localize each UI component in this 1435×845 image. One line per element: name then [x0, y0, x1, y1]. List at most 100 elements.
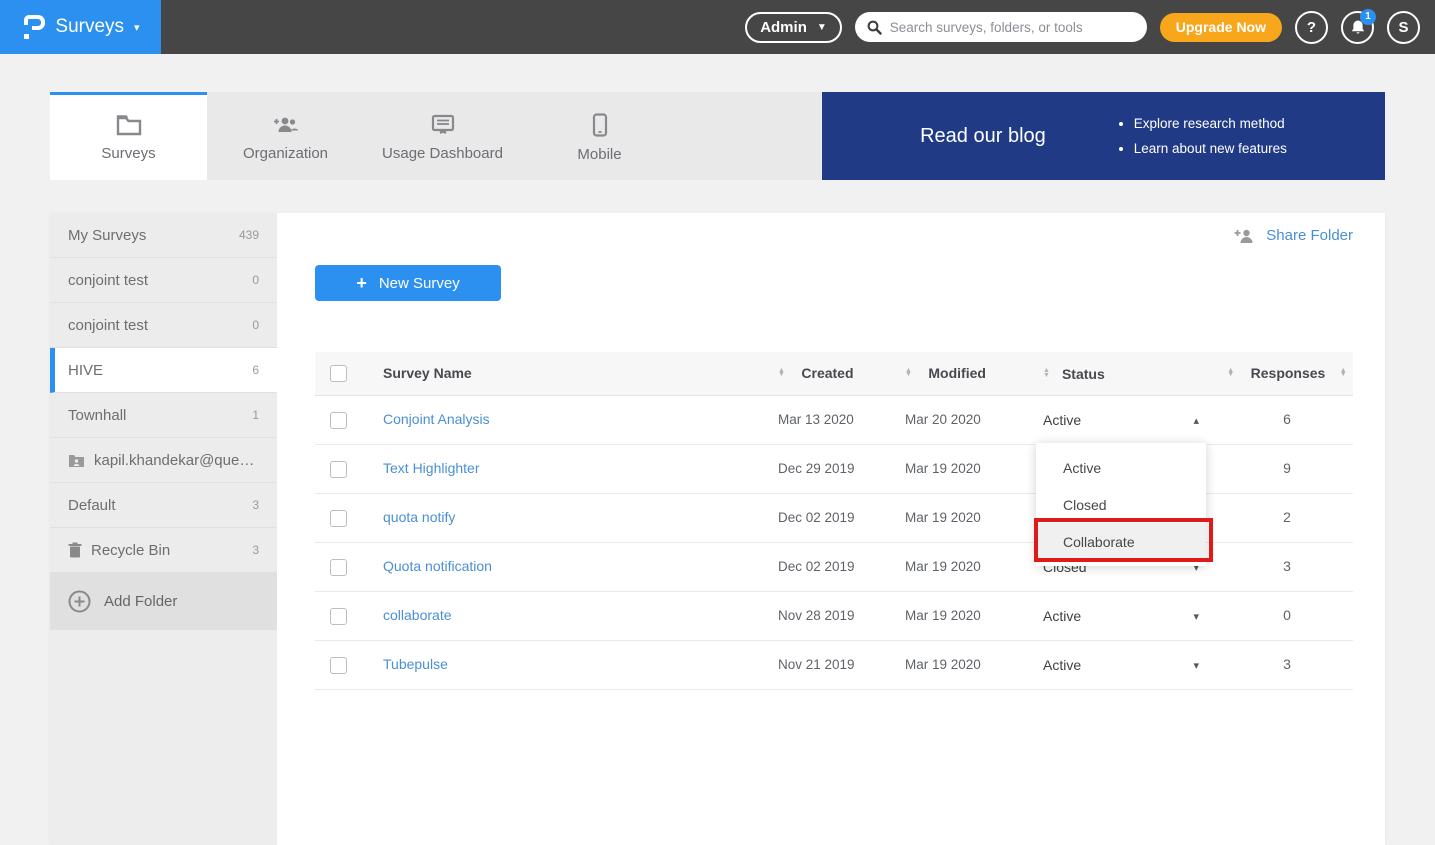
tab-usage-dashboard[interactable]: Usage Dashboard — [364, 92, 521, 180]
chevron-up-icon[interactable]: ▴ — [1193, 414, 1221, 427]
product-name: Surveys — [55, 16, 124, 38]
row-checkbox[interactable] — [330, 510, 347, 527]
tab-organization[interactable]: Organization — [207, 92, 364, 180]
sort-icon[interactable] — [905, 369, 912, 377]
questionpro-logo-icon — [21, 13, 45, 41]
sidebar-filler — [50, 630, 277, 845]
chevron-down-icon[interactable]: ▾ — [1193, 659, 1221, 672]
user-avatar[interactable]: S — [1387, 11, 1420, 44]
share-folder-button[interactable]: Share Folder — [1234, 227, 1353, 244]
topbar-actions: Admin ▼ Upgrade Now ? 1 S — [745, 11, 1435, 44]
folder-count: 3 — [252, 543, 259, 557]
survey-name-cell: quota notify — [383, 509, 778, 527]
dropdown-option-closed[interactable]: Closed — [1036, 486, 1206, 523]
add-people-icon — [272, 114, 300, 136]
status-cell: Active ▴ — [1043, 412, 1221, 428]
sort-icon[interactable] — [1043, 369, 1050, 377]
tab-label: Organization — [243, 145, 328, 162]
row-checkbox-cell — [315, 559, 383, 576]
row-checkbox[interactable] — [330, 608, 347, 625]
row-checkbox-cell — [315, 412, 383, 429]
row-checkbox-cell — [315, 510, 383, 527]
folder-label: My Surveys — [68, 227, 146, 244]
chevron-down-icon: ▼ — [817, 22, 827, 33]
responses-cell: 2 — [1221, 509, 1353, 527]
folder-count: 1 — [252, 408, 259, 422]
row-checkbox-cell — [315, 657, 383, 674]
sidebar-item-townhall[interactable]: Townhall 1 — [50, 393, 277, 438]
sidebar-item-shared-account[interactable]: kapil.khandekar@que… — [50, 438, 277, 483]
survey-link[interactable]: Tubepulse — [383, 656, 448, 672]
dropdown-option-collaborate[interactable]: Collaborate — [1036, 523, 1206, 560]
select-all-checkbox[interactable] — [330, 365, 347, 382]
table-header-row: Survey Name Created Modified Status Resp… — [315, 352, 1353, 396]
header-responses[interactable]: Responses — [1221, 365, 1353, 383]
folder-count: 0 — [252, 318, 259, 332]
add-folder-button[interactable]: Add Folder — [50, 573, 277, 630]
sidebar-item-recycle-bin[interactable]: Recycle Bin 3 — [50, 528, 277, 573]
dropdown-option-active[interactable]: Active — [1036, 449, 1206, 486]
folder-count: 0 — [252, 273, 259, 287]
row-checkbox[interactable] — [330, 559, 347, 576]
survey-link[interactable]: collaborate — [383, 607, 452, 623]
blog-banner[interactable]: Read our blog Explore research method Le… — [822, 92, 1385, 180]
new-survey-button[interactable]: New Survey — [315, 265, 501, 301]
tab-mobile[interactable]: Mobile — [521, 92, 678, 180]
survey-name-cell: collaborate — [383, 607, 778, 625]
folder-label: Recycle Bin — [91, 542, 170, 559]
created-cell: Dec 29 2019 — [778, 460, 905, 478]
row-checkbox[interactable] — [330, 657, 347, 674]
header-created[interactable]: Created — [778, 365, 905, 383]
sidebar-item-default[interactable]: Default 3 — [50, 483, 277, 528]
survey-link[interactable]: Text Highlighter — [383, 460, 480, 476]
row-checkbox[interactable] — [330, 412, 347, 429]
row-checkbox[interactable] — [330, 461, 347, 478]
chevron-down-icon[interactable]: ▾ — [1193, 610, 1221, 623]
tab-label: Usage Dashboard — [382, 145, 503, 162]
banner-bullet: Learn about new features — [1134, 136, 1287, 161]
header-status[interactable]: Status — [1043, 366, 1221, 382]
tab-surveys[interactable]: Surveys — [50, 92, 207, 180]
header-checkbox-cell — [315, 365, 383, 382]
folder-label: HIVE — [68, 362, 103, 379]
add-person-icon — [1234, 228, 1256, 244]
notification-count-badge: 1 — [1360, 9, 1376, 25]
modified-cell: Mar 19 2020 — [905, 509, 1043, 527]
search-icon — [867, 20, 882, 35]
survey-link[interactable]: Quota notification — [383, 558, 492, 574]
folder-count: 3 — [252, 498, 259, 512]
responses-cell: 6 — [1221, 411, 1353, 429]
row-checkbox-cell — [315, 608, 383, 625]
header-survey-name[interactable]: Survey Name — [383, 365, 778, 383]
table-row: collaborate Nov 28 2019 Mar 19 2020 Acti… — [315, 592, 1353, 641]
notifications-button[interactable]: 1 — [1341, 11, 1374, 44]
created-cell: Mar 13 2020 — [778, 411, 905, 429]
folder-label: conjoint test — [68, 317, 148, 334]
upgrade-now-button[interactable]: Upgrade Now — [1160, 13, 1282, 42]
sort-icon[interactable] — [1340, 369, 1347, 377]
status-value[interactable]: Active — [1043, 657, 1081, 673]
survey-link[interactable]: quota notify — [383, 509, 455, 525]
sidebar-item-my-surveys[interactable]: My Surveys 439 — [50, 213, 277, 258]
help-button[interactable]: ? — [1295, 11, 1328, 44]
survey-link[interactable]: Conjoint Analysis — [383, 411, 490, 427]
share-folder-label: Share Folder — [1266, 227, 1353, 244]
status-value[interactable]: Active — [1043, 608, 1081, 624]
search-input[interactable] — [890, 20, 1135, 35]
tab-label: Mobile — [577, 146, 621, 163]
folder-count: 6 — [252, 363, 259, 377]
survey-name-cell: Tubepulse — [383, 656, 778, 674]
sort-icon[interactable] — [1227, 369, 1234, 377]
product-switcher[interactable]: Surveys ▾ — [0, 0, 161, 54]
sort-icon[interactable] — [778, 369, 785, 377]
admin-menu-button[interactable]: Admin ▼ — [745, 12, 842, 43]
created-cell: Nov 28 2019 — [778, 607, 905, 625]
add-folder-label: Add Folder — [104, 593, 177, 610]
sidebar-item-conjoint-test-1[interactable]: conjoint test 0 — [50, 258, 277, 303]
global-search — [855, 12, 1147, 42]
sidebar-item-conjoint-test-2[interactable]: conjoint test 0 — [50, 303, 277, 348]
sidebar-item-hive[interactable]: HIVE 6 — [50, 348, 277, 393]
status-value[interactable]: Active — [1043, 412, 1081, 428]
responses-cell: 0 — [1221, 607, 1353, 625]
header-modified[interactable]: Modified — [905, 365, 1043, 383]
